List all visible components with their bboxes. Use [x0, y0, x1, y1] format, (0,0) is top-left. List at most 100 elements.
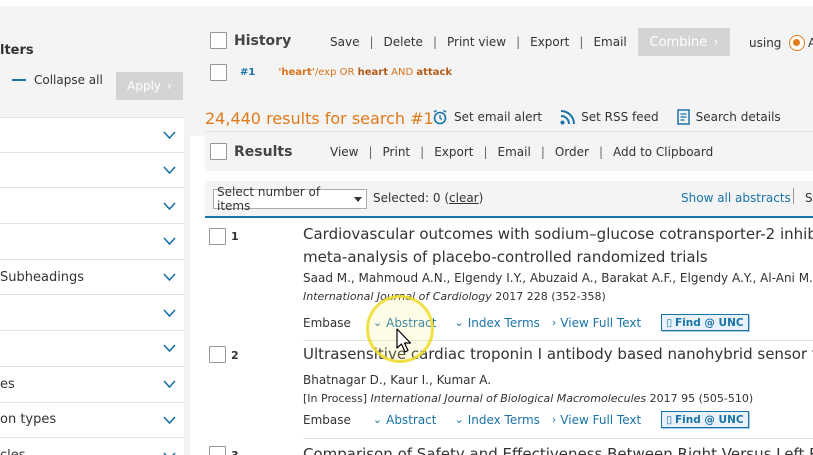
set-email-alert-label: Set email alert	[454, 110, 543, 124]
record-title-line2[interactable]: meta-analysis of placebo-controlled rand…	[303, 246, 708, 268]
document-icon: ▯	[666, 316, 672, 329]
chevron-right-icon: ›	[713, 34, 719, 50]
history-email-link[interactable]: Email	[593, 35, 626, 49]
history-export-link[interactable]: Export	[530, 35, 569, 49]
combine-operator-label: A	[808, 36, 813, 50]
record-title[interactable]: Comparison of Safety and Effectiveness B…	[303, 443, 813, 455]
chevron-down-icon	[163, 237, 176, 246]
chevron-down-icon	[163, 273, 176, 282]
record-checkbox[interactable]	[209, 446, 226, 455]
chevron-down-icon	[163, 131, 176, 139]
combine-button[interactable]: Combine ›	[638, 28, 730, 56]
results-header: Results	[210, 143, 292, 160]
document-icon: ▯	[666, 413, 672, 426]
query-number[interactable]: #1	[240, 67, 255, 78]
chevron-down-icon: ⌄	[454, 413, 464, 426]
chevron-down-icon	[163, 451, 176, 455]
results-email-link[interactable]: Email	[498, 145, 531, 159]
history-print-view-link[interactable]: Print view	[447, 35, 506, 49]
results-order-link[interactable]: Order	[555, 145, 589, 159]
chevron-right-icon: ›	[167, 79, 172, 93]
mouse-pointer-icon	[396, 328, 412, 353]
query-checkbox[interactable]	[210, 64, 227, 81]
find-at-unc-button[interactable]: ▯ Find @ UNC	[661, 411, 749, 428]
view-full-text-link[interactable]: › View Full Text	[552, 413, 641, 427]
history-save-link[interactable]: Save	[330, 35, 359, 49]
combine-operator-radio[interactable]	[789, 35, 805, 51]
chevron-down-icon	[163, 380, 176, 389]
apply-label: Apply	[127, 79, 162, 93]
record-title[interactable]: Cardiovascular outcomes with sodium–gluc…	[303, 223, 813, 245]
search-details-link[interactable]: Search details	[676, 109, 781, 125]
index-terms-toggle[interactable]: ⌄ Index Terms	[454, 413, 539, 427]
add-to-clipboard-link[interactable]: Add to Clipboard	[613, 145, 713, 159]
clear-selection-link[interactable]: clear	[449, 191, 479, 205]
facet-item-publication-types[interactable]: on types	[0, 403, 184, 439]
select-number-of-items-dropdown[interactable]: Select number of items	[213, 185, 367, 213]
truncated-label: S	[805, 191, 813, 205]
record-source: [In Process] International Journal of Bi…	[303, 392, 754, 405]
results-count: 24,440 results for search #1	[205, 109, 434, 128]
facet-item[interactable]: cles	[0, 438, 184, 455]
record-checkbox[interactable]	[209, 228, 226, 245]
record-number: 3	[231, 449, 239, 455]
apply-button[interactable]: Apply ›	[116, 72, 183, 100]
set-rss-feed-link[interactable]: Set RSS feed	[560, 109, 659, 125]
results-print-link[interactable]: Print	[383, 145, 411, 159]
facet-item[interactable]: es	[0, 367, 184, 403]
facet-list: Subheadings es on types cles	[0, 117, 184, 455]
abstract-toggle[interactable]: ⌄ Abstract	[373, 413, 437, 427]
collapse-all-link[interactable]: Collapse all	[12, 73, 103, 87]
facet-item[interactable]	[0, 117, 184, 153]
view-full-text-link[interactable]: › View Full Text	[552, 316, 641, 330]
history-header: History	[210, 32, 291, 49]
document-icon	[676, 109, 690, 125]
minus-icon	[12, 79, 26, 81]
dropdown-arrow-icon	[354, 196, 362, 202]
facet-item[interactable]	[0, 153, 184, 189]
collapse-all-label: Collapse all	[34, 73, 103, 87]
history-title: History	[234, 32, 292, 49]
rss-icon	[560, 109, 576, 124]
results-view-link[interactable]: View	[330, 145, 358, 159]
record-database: Embase	[303, 412, 351, 427]
results-select-all-checkbox[interactable]	[210, 143, 227, 160]
chevron-down-icon	[163, 416, 176, 424]
using-label: using	[749, 36, 782, 50]
index-terms-toggle[interactable]: ⌄ Index Terms	[454, 316, 539, 330]
set-rss-feed-label: Set RSS feed	[581, 110, 659, 124]
facet-label: es	[0, 376, 15, 392]
facet-label: Subheadings	[0, 269, 85, 285]
facet-item-subheadings[interactable]: Subheadings	[0, 260, 184, 296]
divider	[793, 188, 794, 204]
set-email-alert-link[interactable]: Set email alert	[432, 109, 542, 125]
history-actions: Save | Delete | Print view | Export | Email	[330, 35, 627, 49]
history-delete-link[interactable]: Delete	[384, 35, 423, 49]
results-export-link[interactable]: Export	[434, 145, 473, 159]
chevron-down-icon	[163, 344, 176, 353]
facet-item[interactable]	[0, 331, 184, 367]
record-checkbox[interactable]	[209, 346, 226, 363]
facet-label: cles	[0, 448, 26, 455]
results-actions: View | Print | Export | Email | Order | Add t…	[330, 145, 714, 159]
chevron-down-icon: ⌄	[454, 316, 464, 329]
facet-item[interactable]	[0, 188, 184, 225]
show-all-abstracts-link[interactable]: Show all abstracts	[681, 191, 791, 205]
history-query-row: #1 'heart'/exp OR heart AND attack	[210, 64, 452, 81]
record-divider	[303, 438, 813, 439]
facet-label: on types	[0, 412, 57, 428]
main-panel: History Save | Delete | Print view | Export…	[190, 6, 813, 455]
facet-item[interactable]	[0, 295, 184, 332]
results-title: Results	[234, 143, 293, 160]
facet-item[interactable]	[0, 224, 184, 260]
record-authors: Saad M., Mahmoud A.N., Elgendy I.Y., Abu…	[303, 271, 813, 285]
history-select-all-checkbox[interactable]	[210, 32, 227, 49]
chevron-down-icon	[163, 202, 176, 210]
record-database: Embase	[303, 315, 351, 330]
record-authors: Bhatnagar D., Kaur I., Kumar A.	[303, 373, 492, 387]
search-details-label: Search details	[695, 110, 781, 124]
find-at-unc-button[interactable]: ▯ Find @ UNC	[661, 314, 749, 331]
query-text: 'heart'/exp OR heart AND attack	[278, 67, 453, 78]
filters-sidebar: lters Collapse all Apply › Subheadings e…	[0, 6, 190, 455]
record-source: International Journal of Cardiology 2017…	[303, 290, 606, 303]
